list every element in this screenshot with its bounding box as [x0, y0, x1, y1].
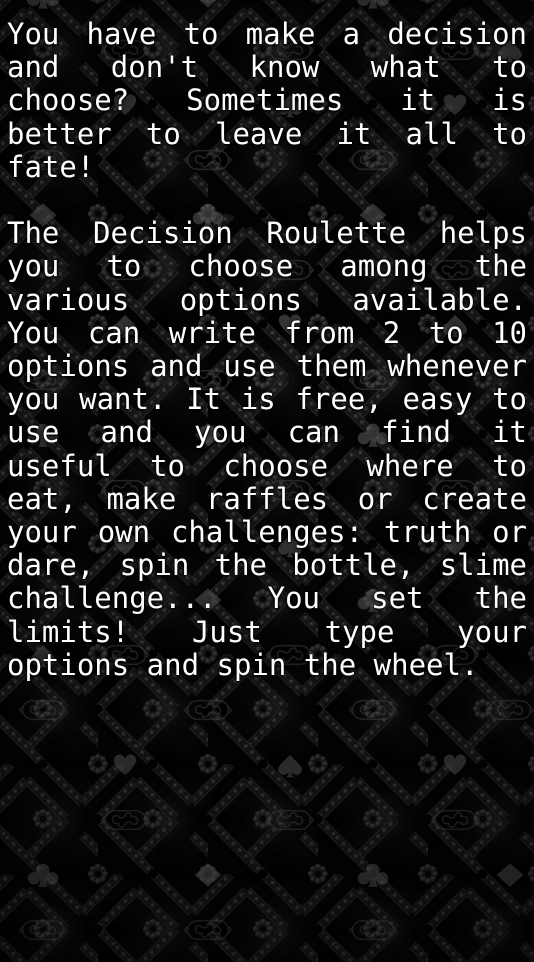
app-description: You have to make a decision and don't kn… [0, 0, 534, 682]
app-screen: You have to make a decision and don't kn… [0, 0, 534, 962]
description-paragraph-2: The Decision Roulette helps you to choos… [7, 216, 527, 682]
description-paragraph-1: You have to make a decision and don't kn… [7, 17, 527, 184]
